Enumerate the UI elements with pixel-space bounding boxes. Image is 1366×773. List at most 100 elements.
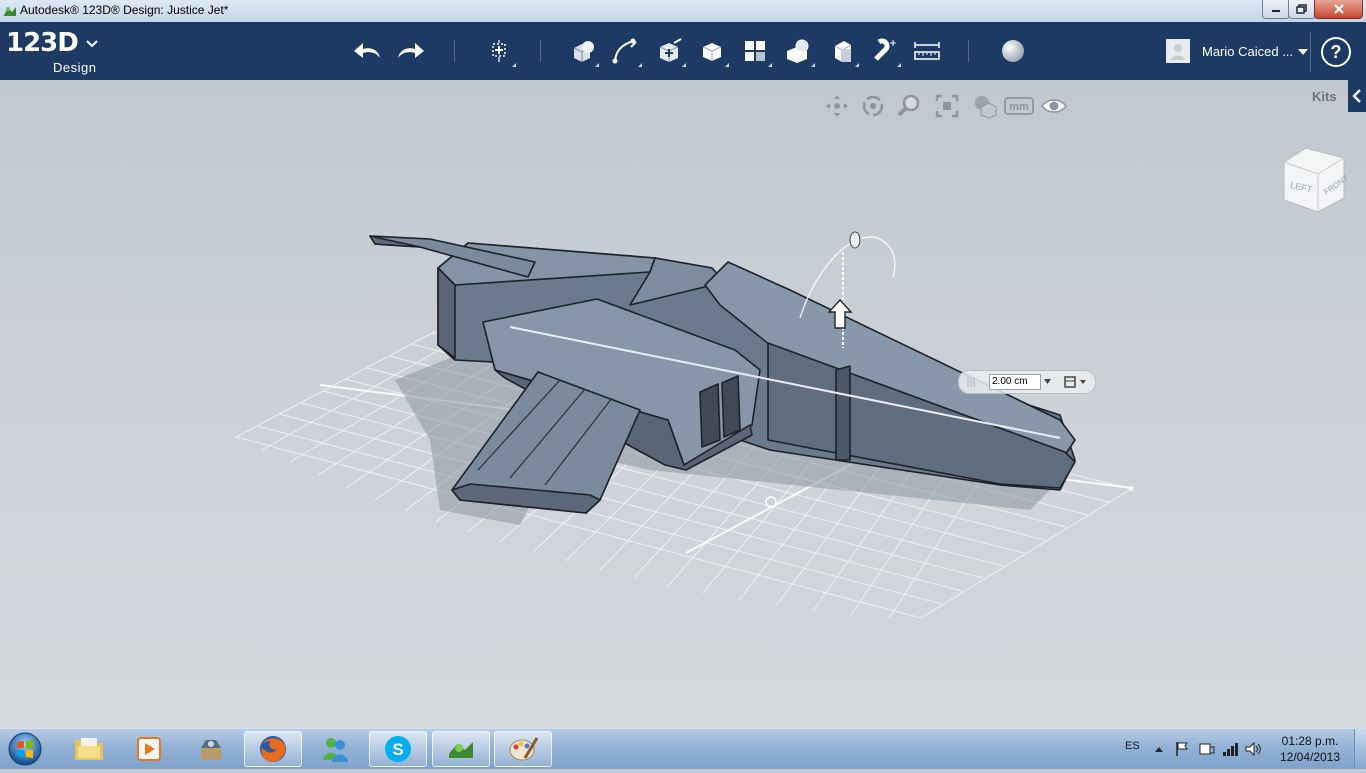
units-button[interactable]: mm — [1004, 93, 1034, 119]
volume-icon[interactable] — [1245, 741, 1263, 757]
toolbar-separator — [540, 40, 541, 62]
dimension-options-icon[interactable] — [1063, 375, 1089, 389]
view-style-icon — [975, 96, 997, 119]
pattern-icon — [745, 41, 765, 61]
minimize-button[interactable] — [1262, 0, 1290, 19]
close-button[interactable] — [1314, 0, 1363, 19]
network-icon[interactable] — [1222, 741, 1240, 757]
window-title: Autodesk® 123D® Design: Justice Jet* — [20, 3, 229, 17]
primitives-icon — [573, 41, 594, 62]
undo-button[interactable] — [350, 34, 386, 68]
redo-icon — [398, 43, 424, 58]
taskbar-media-player[interactable] — [120, 731, 178, 767]
snap-icon — [874, 38, 896, 61]
dimension-input[interactable]: 2.00 cm — [989, 374, 1041, 390]
pan-button[interactable] — [822, 93, 852, 119]
caret-down-icon[interactable] — [1298, 49, 1308, 55]
maximize-icon — [1296, 4, 1307, 14]
caret-down-icon[interactable] — [1044, 379, 1051, 384]
box-app-icon — [201, 740, 221, 760]
material-button[interactable] — [995, 34, 1031, 68]
view-style-button[interactable] — [969, 93, 999, 119]
zoom-button[interactable] — [894, 93, 924, 119]
orbit-button[interactable] — [858, 93, 888, 119]
paint-icon — [509, 737, 539, 761]
scene-canvas[interactable] — [0, 80, 1366, 728]
clock-date[interactable]: 12/04/2013 — [1270, 750, 1350, 764]
taskbar-messenger[interactable] — [306, 731, 364, 767]
close-icon — [1333, 4, 1344, 14]
3d-viewport[interactable]: mm Kits LEFT FRONT 2.00 cm — [0, 80, 1366, 728]
app-toolbar: 123D Design Mario Caiced ... ? — [0, 22, 1366, 80]
maximize-button[interactable] — [1288, 0, 1316, 19]
transform-button[interactable] — [481, 34, 517, 68]
help-button[interactable]: ? — [1321, 37, 1351, 67]
window-title-bar: Autodesk® 123D® Design: Justice Jet* — [0, 0, 1366, 23]
toolbar-separator — [454, 40, 455, 62]
kits-label[interactable]: Kits — [1312, 89, 1337, 104]
kits-panel-toggle[interactable] — [1348, 80, 1366, 112]
grid-origin — [765, 496, 777, 508]
group-button[interactable] — [780, 34, 816, 68]
svg-text:S: S — [392, 740, 403, 759]
measure-icon — [914, 42, 940, 60]
app-icon — [4, 7, 16, 16]
primitives-button[interactable] — [564, 34, 600, 68]
user-icon — [1171, 44, 1185, 60]
logo-main: 123D — [6, 28, 79, 58]
media-player-icon — [137, 737, 161, 761]
fit-button[interactable] — [932, 93, 962, 119]
taskbar-paint[interactable] — [494, 731, 552, 767]
device-icon[interactable] — [1198, 741, 1216, 757]
taskbar-123d[interactable] — [432, 731, 490, 767]
avatar[interactable] — [1166, 39, 1190, 63]
skype-icon: S — [385, 736, 411, 762]
pan-icon — [826, 95, 848, 117]
sketch-icon — [612, 38, 637, 64]
clock-time[interactable]: 01:28 p.m. — [1270, 734, 1350, 748]
dimension-input-panel: 2.00 cm — [958, 370, 1096, 394]
taskbar-firefox[interactable] — [244, 731, 302, 767]
chevron-down-icon — [86, 40, 98, 48]
minimize-icon — [1272, 10, 1280, 12]
logo-sub: Design — [53, 60, 97, 75]
app-logo-menu[interactable]: 123D Design — [6, 28, 98, 75]
orbit-icon — [862, 95, 884, 117]
undo-icon — [354, 43, 380, 58]
drag-handle-icon[interactable] — [967, 376, 975, 388]
combine-icon — [834, 41, 852, 62]
taskbar-app-3[interactable] — [182, 731, 240, 767]
flag-icon[interactable] — [1174, 741, 1190, 757]
transform-icon — [492, 40, 506, 62]
grid-axis-end — [1129, 486, 1134, 491]
view-cube[interactable]: LEFT FRONT — [1276, 140, 1356, 220]
messenger-icon — [323, 738, 348, 762]
chevron-up-icon[interactable] — [1154, 745, 1164, 753]
measure-button[interactable] — [909, 34, 945, 68]
taskbar-skype[interactable]: S — [369, 731, 427, 767]
language-indicator[interactable]: ES — [1125, 740, 1140, 752]
toolbar-separator — [968, 40, 969, 62]
pattern-button[interactable] — [737, 34, 773, 68]
visibility-button[interactable] — [1039, 93, 1069, 119]
start-button[interactable] — [4, 730, 46, 768]
modify-button[interactable] — [694, 34, 730, 68]
combine-button[interactable] — [824, 34, 860, 68]
material-sphere-icon — [1002, 40, 1024, 62]
user-name[interactable]: Mario Caiced ... — [1202, 44, 1293, 59]
sketch-button[interactable] — [607, 34, 643, 68]
units-label: mm — [1009, 101, 1029, 113]
modify-icon — [702, 43, 722, 61]
windows-start-icon — [8, 732, 42, 766]
chevron-left-icon — [1352, 89, 1361, 103]
group-icon — [787, 39, 809, 63]
zoom-icon — [897, 94, 920, 117]
construct-button[interactable] — [651, 34, 687, 68]
firefox-icon — [260, 736, 286, 762]
redo-button[interactable] — [392, 34, 428, 68]
taskbar-explorer[interactable] — [60, 731, 118, 767]
windows-taskbar: S ES 01:28 p.m. 12/04/2013 — [0, 728, 1366, 769]
units-icon: mm — [1004, 97, 1034, 115]
snap-button[interactable] — [866, 34, 902, 68]
show-desktop-button[interactable] — [1354, 729, 1366, 769]
